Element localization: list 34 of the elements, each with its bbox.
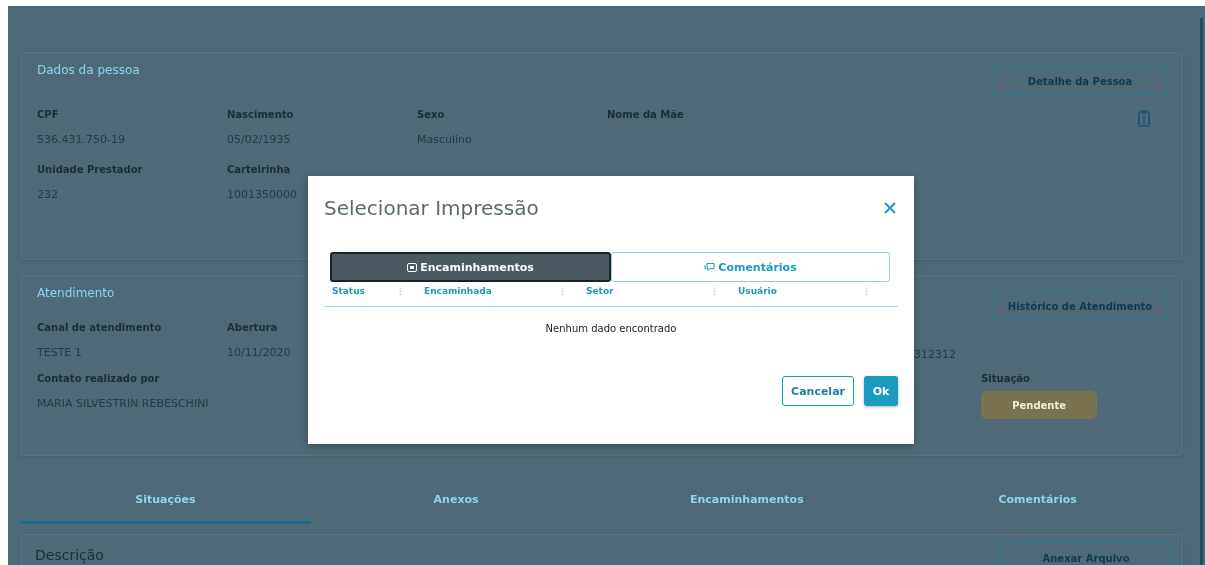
column-header[interactable]: Encaminhada bbox=[424, 286, 492, 296]
clipboard-icon[interactable] bbox=[1138, 109, 1150, 127]
cancel-button[interactable]: Cancelar bbox=[782, 376, 854, 406]
column-header[interactable]: Status bbox=[332, 286, 365, 296]
section-tab[interactable]: Encaminhamentos bbox=[601, 478, 893, 524]
empty-message: Nenhum dado encontrado bbox=[545, 323, 677, 334]
chat-icon bbox=[704, 262, 716, 272]
attendance-history-button[interactable]: Histórico de Atendimento bbox=[992, 292, 1168, 320]
person-detail-button[interactable]: Detalhe da Pessoa bbox=[992, 67, 1168, 95]
field-label: Sexo bbox=[417, 109, 446, 120]
section-title: Dados da pessoa bbox=[37, 63, 140, 77]
field-label: Situação bbox=[981, 373, 1031, 384]
field-label: CPF bbox=[37, 109, 60, 120]
section-tab[interactable]: Situações bbox=[20, 478, 311, 524]
field-label: Unidade Prestador bbox=[37, 164, 144, 175]
column-header[interactable]: Usuário bbox=[738, 286, 777, 296]
field-label: Nome da Mãe bbox=[607, 109, 685, 120]
field-label: Nascimento bbox=[227, 109, 295, 120]
column-header[interactable]: Setor bbox=[586, 286, 614, 296]
section-tab[interactable]: Comentários bbox=[892, 478, 1183, 524]
print-tab[interactable]: Encaminhamentos bbox=[330, 252, 611, 282]
ok-button[interactable]: Ok bbox=[864, 376, 898, 406]
status-badge: Pendente bbox=[981, 391, 1098, 419]
field-label: Contato realizado por bbox=[37, 373, 161, 384]
section-title: Atendimento bbox=[37, 286, 115, 300]
field-label: Abertura bbox=[227, 322, 279, 333]
attach-file-button[interactable]: Anexar Arquivo bbox=[998, 543, 1174, 565]
close-icon[interactable] bbox=[884, 202, 896, 214]
section-tab[interactable]: Anexos bbox=[310, 478, 602, 524]
section-title: Descrição bbox=[35, 547, 104, 563]
field-label: Carteirinha bbox=[227, 164, 292, 175]
field-label: Canal de atendimento bbox=[37, 322, 163, 333]
print-tab[interactable]: Comentários bbox=[611, 252, 890, 282]
dialog-title: Selecionar Impressão bbox=[324, 196, 539, 220]
